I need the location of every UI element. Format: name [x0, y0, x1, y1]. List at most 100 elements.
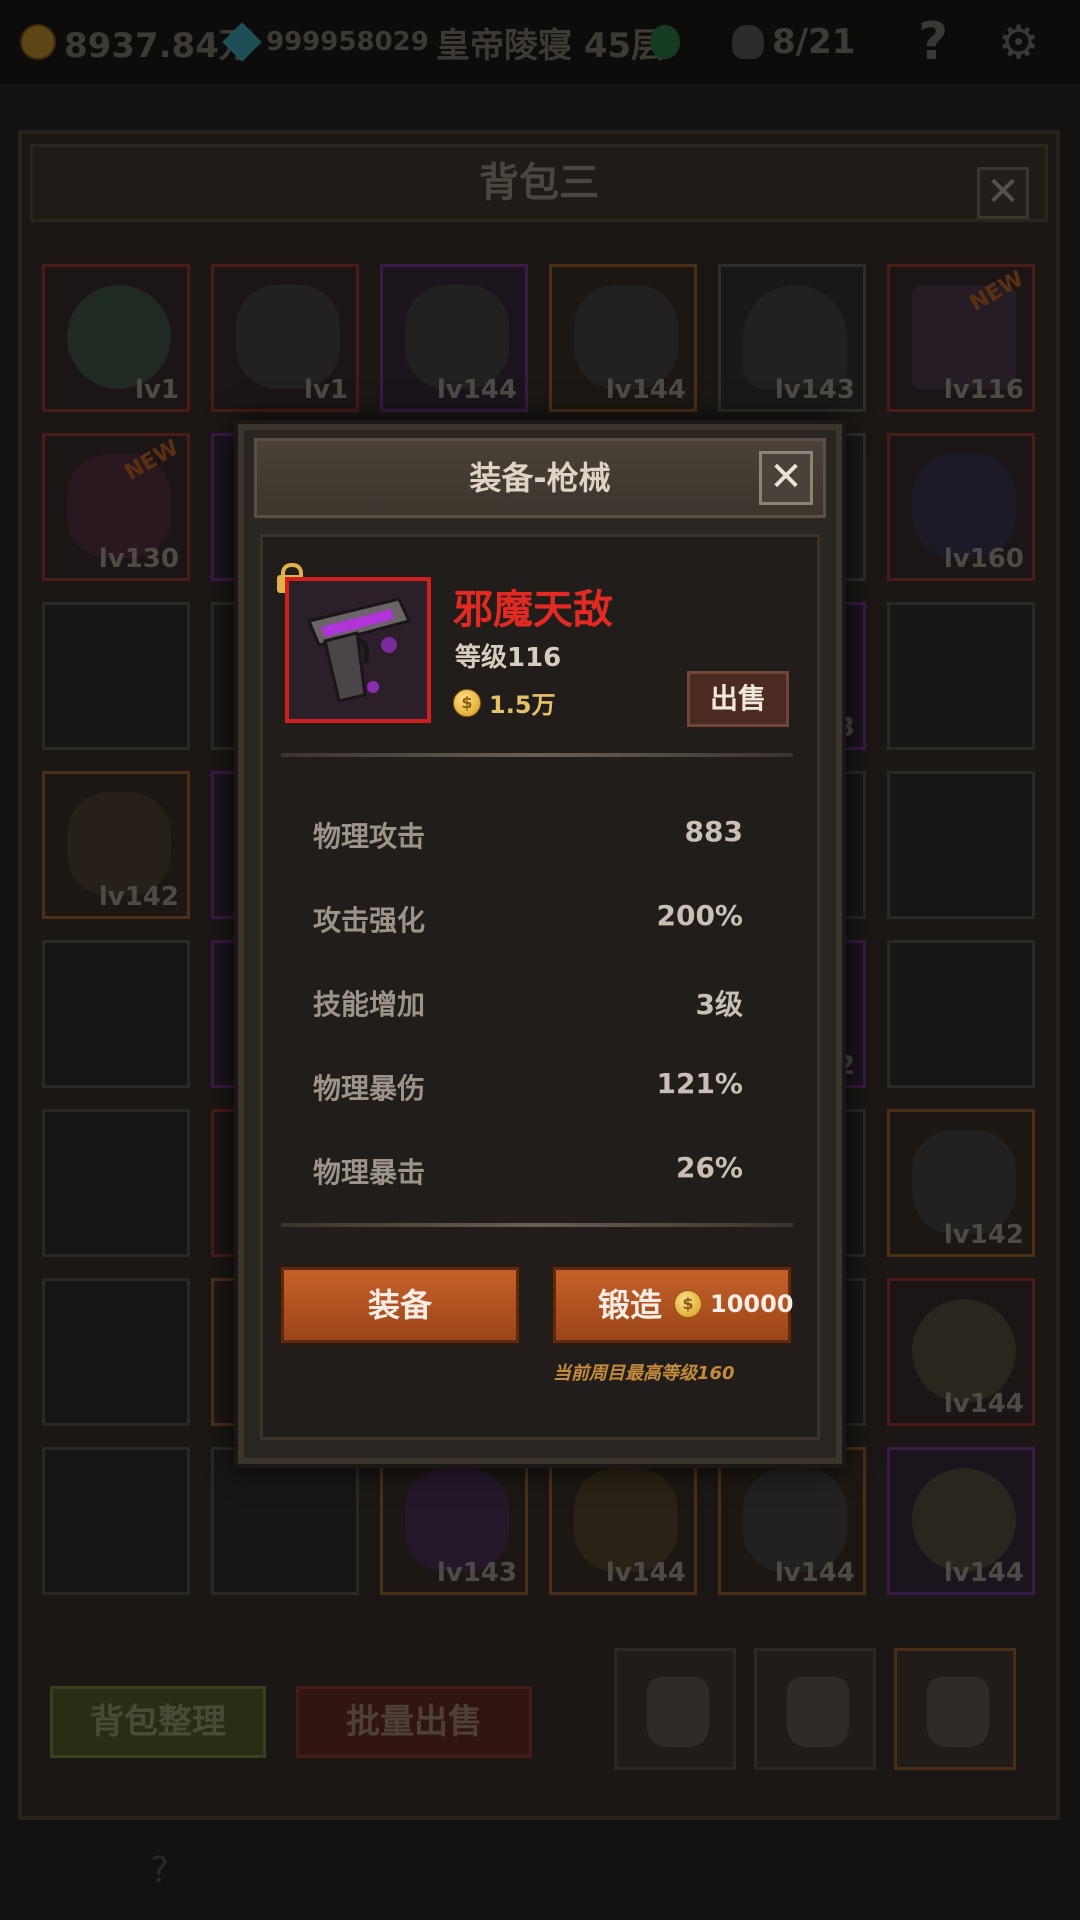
sort-backpack-button[interactable]: 背包整理: [50, 1686, 266, 1758]
inventory-slot-empty[interactable]: [887, 602, 1035, 750]
inventory-slot[interactable]: lv142: [887, 1109, 1035, 1257]
bottom-help-hint: ?: [150, 1850, 210, 1900]
item-level: lv142: [98, 882, 179, 912]
forge-button[interactable]: 锻造 $ 10000: [553, 1267, 794, 1343]
stat-label: 物理攻击: [313, 820, 426, 853]
backpack-tab-2[interactable]: [754, 1648, 876, 1770]
kill-count: 8/21: [772, 22, 856, 62]
gear-icon: ⚙: [998, 15, 1040, 69]
backpack-icon: [787, 1677, 849, 1747]
item-level: lv144: [605, 1558, 686, 1588]
diamond-icon: [222, 22, 262, 62]
inventory-slot[interactable]: lv144: [887, 1278, 1035, 1426]
hood-icon: [912, 454, 1016, 558]
backpack-title: 背包三: [479, 160, 599, 206]
price-value: 1.5万: [489, 691, 556, 719]
bottom-question-icon: ?: [150, 1850, 170, 1891]
close-icon: ✕: [986, 169, 1020, 215]
inventory-slot[interactable]: lv143: [380, 1447, 528, 1595]
item-portrait: [285, 577, 431, 723]
stat-row: 攻击强化 200%: [313, 899, 743, 949]
gold-coin-icon: [20, 24, 56, 60]
stat-label: 物理暴伤: [313, 1072, 426, 1105]
inventory-slot[interactable]: lv1: [211, 264, 359, 412]
item-level: lv130: [98, 544, 179, 574]
pistol-icon: [299, 591, 417, 709]
item-level: lv144: [605, 375, 686, 405]
ring-icon: [912, 1299, 1016, 1403]
inventory-slot-empty[interactable]: [42, 1278, 190, 1426]
stat-value: 200%: [656, 899, 743, 932]
green-gem-icon: [650, 25, 680, 59]
axe-icon: [743, 1468, 847, 1572]
chest-armor-icon: [912, 1130, 1016, 1234]
inventory-slot-empty[interactable]: [42, 602, 190, 750]
inventory-slot[interactable]: lv1: [42, 264, 190, 412]
equip-button[interactable]: 装备: [281, 1267, 519, 1343]
modal-body: 邪魔天敌 等级116 $ 1.5万 出售 物理攻击 883 攻击强化 200% …: [260, 534, 820, 1440]
gold-counter: 8937.84万: [20, 18, 253, 66]
backpack-tab-3[interactable]: [894, 1648, 1016, 1770]
modal-close-button[interactable]: ✕: [759, 451, 813, 505]
inventory-slot[interactable]: NEW lv130: [42, 433, 190, 581]
item-level: lv144: [943, 1558, 1024, 1588]
backpack-tab-1[interactable]: [614, 1648, 736, 1770]
max-level-note: 当前周目最高等级160: [553, 1363, 735, 1384]
skull-icon: [732, 25, 764, 59]
inventory-slot[interactable]: lv160: [887, 433, 1035, 581]
inventory-slot[interactable]: NEW lv116: [887, 264, 1035, 412]
armor-icon: [574, 285, 678, 389]
stat-row: 物理暴击 26%: [313, 1151, 743, 1201]
question-mark-icon: ?: [918, 12, 949, 72]
bulk-sell-button[interactable]: 批量出售: [296, 1686, 532, 1758]
forge-cost-value: 10000: [710, 1290, 794, 1318]
inventory-slot[interactable]: lv144: [549, 1447, 697, 1595]
item-level: lv143: [436, 1558, 517, 1588]
inventory-slot-empty[interactable]: [887, 771, 1035, 919]
item-level: 等级116: [455, 643, 562, 673]
settings-button[interactable]: ⚙: [998, 15, 1040, 69]
kill-counter: 8/21: [732, 18, 855, 66]
inventory-slot-empty[interactable]: [42, 1447, 190, 1595]
sell-label: 出售: [709, 682, 766, 715]
item-price: $ 1.5万: [453, 685, 556, 720]
modal-title: 装备-枪械: [469, 459, 611, 497]
stat-value: 883: [684, 815, 743, 848]
armor-icon: [236, 285, 340, 389]
forge-label: 锻造: [598, 1286, 663, 1324]
inventory-slot[interactable]: lv144: [718, 1447, 866, 1595]
backpack-close-button[interactable]: ✕: [977, 167, 1029, 219]
gem-amount: 999958029: [266, 27, 429, 57]
inventory-slot[interactable]: lv144: [549, 264, 697, 412]
inventory-slot-empty[interactable]: [42, 1109, 190, 1257]
stage-gem: [650, 18, 680, 66]
inventory-slot[interactable]: lv143: [718, 264, 866, 412]
item-level: lv143: [774, 375, 855, 405]
item-level: lv142: [943, 1220, 1024, 1250]
stat-label: 技能增加: [313, 988, 426, 1021]
inventory-slot-empty[interactable]: [211, 1447, 359, 1595]
stat-row: 物理暴伤 121%: [313, 1067, 743, 1117]
feather-blade-icon: [67, 792, 171, 896]
inventory-slot[interactable]: lv142: [42, 771, 190, 919]
item-name: 邪魔天敌: [453, 587, 613, 633]
inventory-slot[interactable]: lv144: [380, 264, 528, 412]
inventory-slot-empty[interactable]: [42, 940, 190, 1088]
backpack-icon: [927, 1677, 989, 1747]
amulet-icon: [405, 1468, 509, 1572]
stage-label: 皇帝陵寝 45层: [436, 18, 665, 66]
item-level: lv1: [135, 375, 179, 405]
bulk-sell-label: 批量出售: [346, 1702, 482, 1742]
item-level: lv144: [943, 1389, 1024, 1419]
help-button[interactable]: ?: [918, 12, 948, 72]
item-level: lv116: [943, 375, 1024, 405]
equipment-detail-modal: 装备-枪械 ✕ 邪魔天敌 等级116 $ 1.5万 出售 物理攻击 883 攻击…: [238, 424, 842, 1464]
inventory-slot[interactable]: lv144: [887, 1447, 1035, 1595]
inventory-slot-empty[interactable]: [887, 940, 1035, 1088]
gem-counter: 999958029: [222, 18, 429, 66]
ring-icon: [67, 285, 171, 389]
sell-button[interactable]: 出售: [687, 671, 789, 727]
stat-value: 3级: [695, 988, 743, 1021]
item-level: lv160: [943, 544, 1024, 574]
forge-cost: $ 10000: [674, 1290, 794, 1318]
